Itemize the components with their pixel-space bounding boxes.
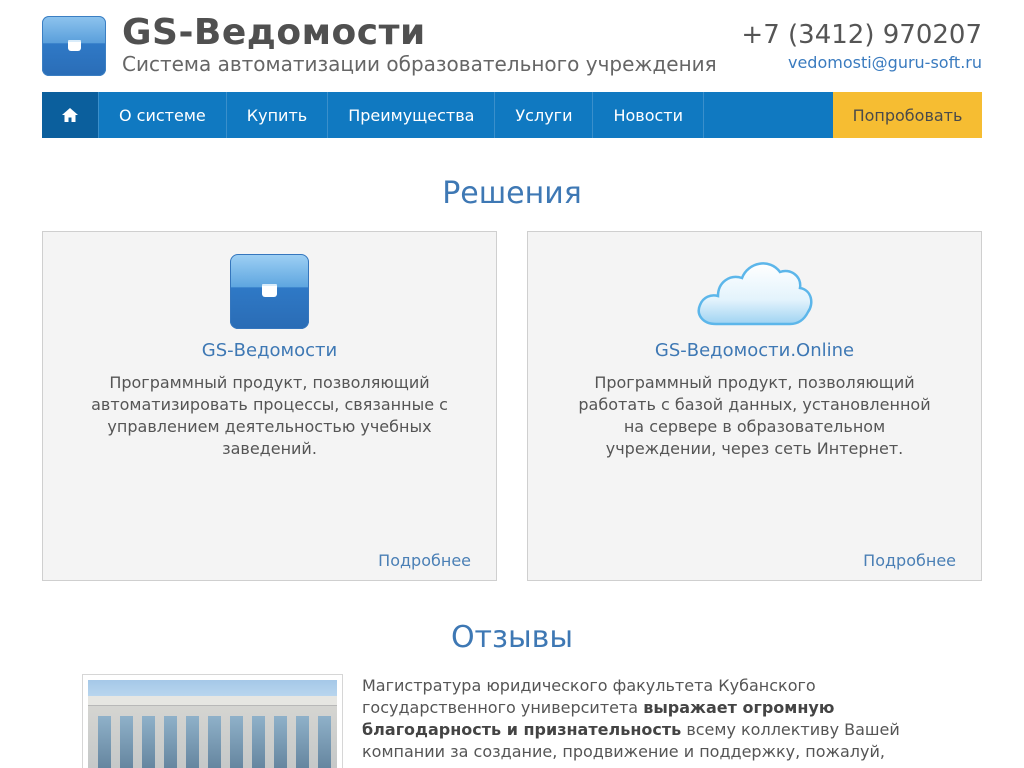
try-button[interactable]: Попробовать [833, 92, 982, 138]
home-icon [62, 108, 78, 122]
nav-item-buy[interactable]: Купить [227, 92, 329, 138]
briefcase-icon[interactable] [230, 254, 309, 329]
more-link[interactable]: Подробнее [378, 551, 471, 570]
solution-card-title[interactable]: GS-Ведомости [43, 340, 496, 361]
reviews-heading: Отзывы [450, 620, 574, 655]
site-subtitle: Система автоматизации образовательного у… [122, 52, 717, 76]
nav-item-about[interactable]: О системе [99, 92, 227, 138]
main-navbar: О системе Купить Преимущества Услуги Нов… [42, 92, 982, 138]
solution-card-desktop: GS-Ведомости Программный продукт, позвол… [42, 231, 497, 581]
email-link[interactable]: vedomosti@guru-soft.ru [788, 53, 982, 72]
cloud-icon[interactable] [694, 252, 816, 332]
site-title[interactable]: GS-Ведомости [122, 12, 426, 53]
nav-item-services[interactable]: Услуги [495, 92, 594, 138]
solution-card-description: Программный продукт, позволяющий автомат… [91, 373, 448, 458]
review-photo [82, 674, 343, 768]
nav-item-news[interactable]: Новости [593, 92, 705, 138]
review-text: Магистратура юридического факультета Куб… [362, 675, 922, 763]
solution-card-online: GS-Ведомости.Online Программный продукт,… [527, 231, 982, 581]
solution-card-title[interactable]: GS-Ведомости.Online [528, 340, 981, 361]
solution-card-description: Программный продукт, позволяющий работат… [578, 373, 931, 458]
logo-briefcase-icon[interactable] [42, 16, 106, 76]
solutions-heading: Решения [442, 176, 582, 211]
more-link[interactable]: Подробнее [863, 551, 956, 570]
university-building-image [88, 680, 337, 768]
phone-number: +7 (3412) 970207 [741, 20, 982, 50]
nav-item-advantages[interactable]: Преимущества [328, 92, 496, 138]
nav-home-button[interactable] [42, 92, 99, 138]
